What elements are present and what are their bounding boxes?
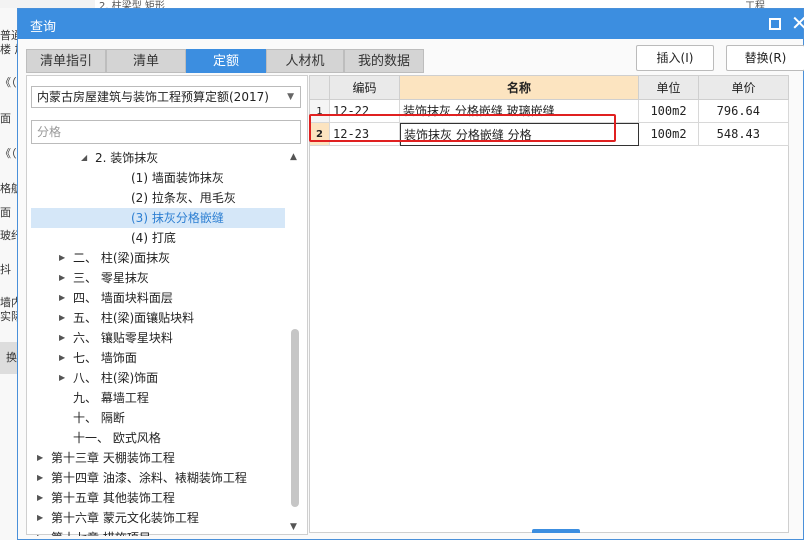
tree-node[interactable]: ▶ 四、 墙面块料面层	[31, 288, 285, 308]
quota-result-grid: 编码 名称 单位 单价 1 12-22 装饰抹灰 分格嵌缝 玻璃嵌缝 100m2 796…	[309, 75, 789, 533]
tree-node[interactable]: (1) 墙面装饰抹灰	[31, 168, 285, 188]
tree-scrollbar[interactable]: ▲ ▼	[290, 152, 300, 532]
bg-left-text: 格航	[0, 182, 17, 195]
collapsed-triangle-icon[interactable]: ▶	[37, 488, 43, 508]
collapsed-triangle-icon[interactable]: ▶	[59, 368, 65, 388]
highlight-box	[309, 114, 616, 142]
quota-library-select[interactable]: 内蒙古房屋建筑与装饰工程预算定额(2017) ▼	[31, 86, 301, 108]
collapsed-triangle-icon[interactable]: ▶	[59, 268, 65, 288]
tree-node-label: (2) 拉条灰、甩毛灰	[131, 191, 236, 205]
search-input[interactable]: 分格	[31, 120, 301, 144]
column-header-code[interactable]: 编码	[330, 76, 400, 100]
splitter-handle[interactable]	[532, 529, 580, 533]
tree-node[interactable]: 九、 幕墙工程	[31, 388, 285, 408]
cell-unit[interactable]: 100m2	[639, 123, 699, 146]
bg-left-text: 《（	[0, 147, 17, 160]
tree-node-label: 七、 墙饰面	[73, 351, 137, 365]
cell-price[interactable]: 796.64	[699, 100, 789, 123]
tree-node-label: 九、 幕墙工程	[73, 391, 149, 405]
tree-node[interactable]: ▶ 七、 墙饰面	[31, 348, 285, 368]
bg-left-text: 《（	[0, 76, 17, 89]
collapsed-triangle-icon[interactable]: ▶	[37, 468, 43, 488]
tree-node-label: 五、 柱(梁)面镶贴块料	[73, 311, 195, 325]
cell-unit[interactable]: 100m2	[639, 100, 699, 123]
bg-left-text: 楼 加	[0, 43, 17, 56]
column-header-unit[interactable]: 单位	[639, 76, 699, 100]
tree-node[interactable]: ▶ 第十四章 油漆、涂料、裱糊装饰工程	[31, 468, 285, 488]
dialog-title: 查询	[30, 20, 57, 35]
grid-corner	[310, 76, 330, 100]
quota-tree-panel: 内蒙古房屋建筑与装饰工程预算定额(2017) ▼ 分格 ◢ 2. 装饰抹灰 (1) …	[26, 75, 308, 536]
tab-bill-guide[interactable]: 清单指引	[26, 49, 106, 73]
collapsed-triangle-icon[interactable]: ▶	[59, 288, 65, 308]
cell-price[interactable]: 548.43	[699, 123, 789, 146]
bg-left-text: 面	[0, 206, 11, 219]
dialog-titlebar: 查询 ✕	[18, 9, 804, 39]
tree-node-label: 四、 墙面块料面层	[73, 291, 173, 305]
collapsed-triangle-icon[interactable]: ▶	[59, 328, 65, 348]
tree-node[interactable]: ▶ 第十三章 天棚装饰工程	[31, 448, 285, 468]
tree-node-label: 第十七章 措施项目	[51, 528, 151, 536]
quota-library-value: 内蒙古房屋建筑与装饰工程预算定额(2017)	[37, 90, 269, 104]
bg-left-text: 实际	[0, 310, 17, 323]
maximize-icon[interactable]	[769, 18, 781, 30]
tree-node-label: 十一、 欧式风格	[73, 431, 161, 445]
tab-my-data[interactable]: 我的数据	[344, 49, 424, 73]
tree-node-label: (1) 墙面装饰抹灰	[131, 171, 224, 185]
tree-node[interactable]: 十、 隔断	[31, 408, 285, 428]
column-header-name[interactable]: 名称	[400, 76, 639, 100]
scroll-up-icon[interactable]: ▲	[290, 152, 297, 162]
column-header-price[interactable]: 单价	[699, 76, 789, 100]
tree-node-label: 六、 镶贴零星块料	[73, 331, 173, 345]
tree-node-label: 第十三章 天棚装饰工程	[51, 451, 175, 465]
tree-node-label: 八、 柱(梁)饰面	[73, 371, 159, 385]
collapsed-triangle-icon[interactable]: ▶	[37, 448, 43, 468]
scroll-thumb[interactable]	[291, 329, 299, 507]
chevron-down-icon: ▼	[287, 92, 294, 102]
tree-node[interactable]: ▶ 二、 柱(梁)面抹灰	[31, 248, 285, 268]
tree-node[interactable]: (4) 打底	[31, 228, 285, 248]
tree-node[interactable]: (2) 拉条灰、甩毛灰	[31, 188, 285, 208]
tree-node-label: (3) 抹灰分格嵌缝	[131, 211, 224, 225]
collapsed-triangle-icon[interactable]: ▶	[59, 308, 65, 328]
bg-left-text: 抖	[0, 263, 11, 276]
query-dialog: 查询 ✕ 清单指引 清单 定额 人材机 我的数据 插入(I) 替换(R) 内蒙古…	[17, 8, 804, 540]
tree-node-label: 三、 零星抹灰	[73, 271, 149, 285]
chapter-tree: ◢ 2. 装饰抹灰 (1) 墙面装饰抹灰 (2) 拉条灰、甩毛灰 (3) 抹灰分格嵌缝 (…	[31, 148, 285, 536]
bg-left-text: 面	[0, 112, 11, 125]
tree-node[interactable]: ▶ 第十七章 措施项目	[31, 528, 285, 536]
tree-node[interactable]: ▶ 第十五章 其他装饰工程	[31, 488, 285, 508]
tree-node[interactable]: 十一、 欧式风格	[31, 428, 285, 448]
tab-bill[interactable]: 清单	[106, 49, 186, 73]
insert-button[interactable]: 插入(I)	[636, 45, 714, 71]
tree-node-label: 第十五章 其他装饰工程	[51, 491, 175, 505]
tree-node-label: 2. 装饰抹灰	[95, 151, 159, 165]
close-icon[interactable]: ✕	[791, 12, 804, 34]
collapsed-triangle-icon[interactable]: ▶	[59, 248, 65, 268]
tree-node-label: (4) 打底	[131, 231, 176, 245]
scroll-down-icon[interactable]: ▼	[290, 522, 297, 532]
tree-node[interactable]: ▶ 三、 零星抹灰	[31, 268, 285, 288]
replace-button[interactable]: 替换(R)	[726, 45, 804, 71]
tree-node[interactable]: ▶ 第十六章 蒙元文化装饰工程	[31, 508, 285, 528]
background-left-strip: 普通 楼 加 《（ 面 《（ 格航 面 玻纤 抖 墙内 实际 换	[0, 8, 23, 540]
tab-labor-material-machine[interactable]: 人材机	[266, 49, 344, 73]
bg-left-text: 玻纤	[0, 229, 17, 242]
tree-node[interactable]: ▶ 六、 镶贴零星块料	[31, 328, 285, 348]
tree-node[interactable]: ▶ 八、 柱(梁)饰面	[31, 368, 285, 388]
tree-node-label: 十、 隔断	[73, 411, 125, 425]
tree-node-label: 第十六章 蒙元文化装饰工程	[51, 511, 199, 525]
tree-node[interactable]: (3) 抹灰分格嵌缝	[31, 208, 285, 228]
tab-quota[interactable]: 定额	[186, 49, 266, 73]
collapsed-triangle-icon[interactable]: ▶	[37, 508, 43, 528]
tree-node[interactable]: ▶ 五、 柱(梁)面镶贴块料	[31, 308, 285, 328]
tree-node-label: 第十四章 油漆、涂料、裱糊装饰工程	[51, 471, 247, 485]
tree-node-label: 二、 柱(梁)面抹灰	[73, 251, 171, 265]
tree-node[interactable]: ◢ 2. 装饰抹灰	[31, 148, 285, 168]
collapsed-triangle-icon[interactable]: ▶	[59, 348, 65, 368]
expanded-triangle-icon[interactable]: ◢	[81, 148, 87, 168]
collapsed-triangle-icon[interactable]: ▶	[37, 528, 43, 536]
